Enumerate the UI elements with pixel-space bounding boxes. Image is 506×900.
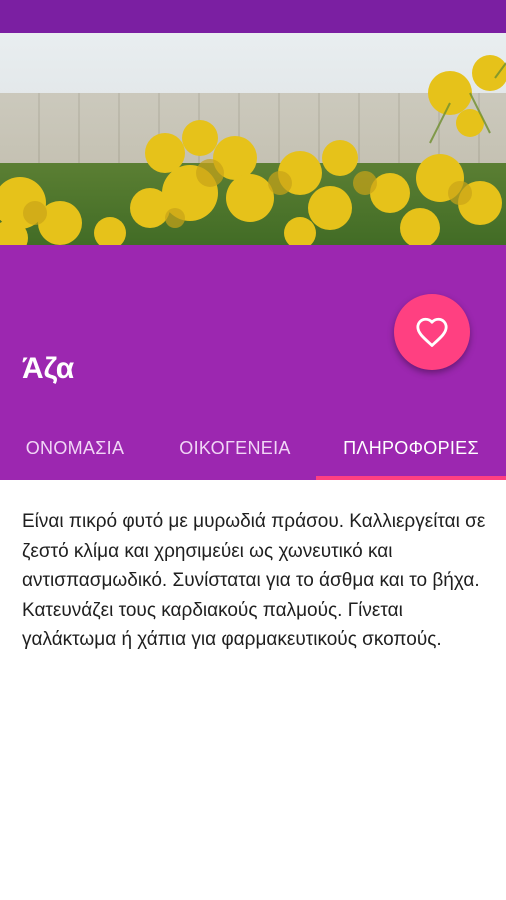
tab-plirofories[interactable]: ΠΛΗΡΟΦΟΡΙΕΣ <box>316 418 506 480</box>
info-text: Είναι πικρό φυτό με μυρωδιά πράσου. Καλλ… <box>22 511 486 650</box>
tab-oikogeneia[interactable]: ΟΙΚΟΓΕΝΕΙΑ <box>160 418 310 480</box>
tab-bar: ΟΝΟΜΑΣΙΑ ΟΙΚΟΓΕΝΕΙΑ ΠΛΗΡΟΦΟΡΙΕΣ <box>0 418 506 480</box>
favorite-button[interactable] <box>394 294 470 370</box>
header-image-flowers <box>0 55 506 245</box>
header-image <box>0 33 506 245</box>
page-title: Άζα <box>22 352 75 385</box>
active-tab-indicator <box>316 476 506 480</box>
tab-onomasia[interactable]: ΟΝΟΜΑΣΙΑ <box>0 418 150 480</box>
status-bar <box>0 0 506 33</box>
heart-outline-icon <box>416 317 448 347</box>
